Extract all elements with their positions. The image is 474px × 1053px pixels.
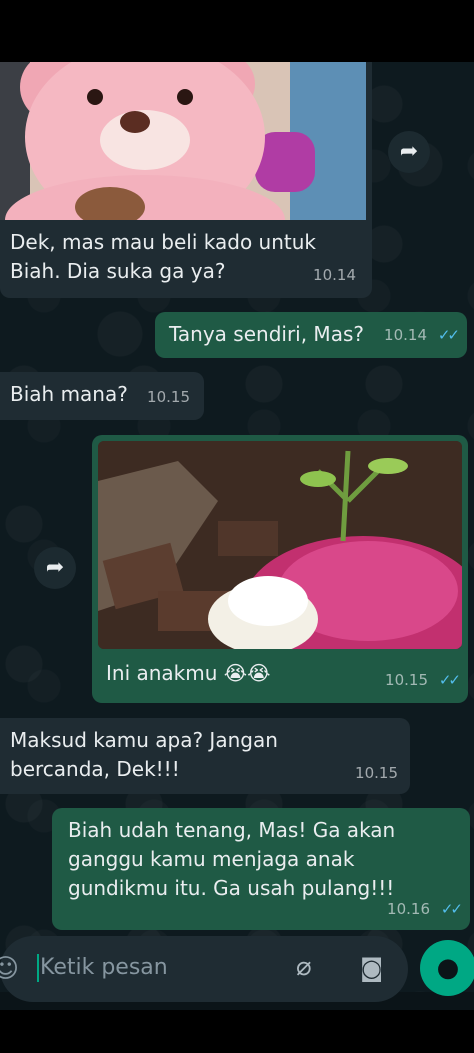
message-incoming[interactable]: Biah mana? 10.15 [0, 372, 204, 420]
status-bar [0, 0, 474, 62]
teddy-bear-image[interactable] [0, 62, 366, 220]
message-incoming[interactable]: Dek, mas mau beli kado untuk Biah. Dia s… [0, 62, 372, 298]
message-time: 10.16 [387, 900, 430, 918]
double-check-icon: ✓✓ [437, 326, 460, 344]
message-outgoing[interactable]: Biah udah tenang, Mas! Ga akan ganggu ka… [52, 808, 470, 930]
flower-grave-image[interactable] [98, 441, 462, 649]
camera-icon[interactable]: ◙ [360, 954, 383, 982]
message-text: Biah udah tenang, Mas! Ga akan ganggu ka… [68, 818, 396, 900]
text-caret [37, 954, 39, 982]
message-incoming[interactable]: Maksud kamu apa? Jangan bercanda, Dek!!!… [0, 718, 410, 794]
paperclip-icon[interactable]: ⌀ [296, 952, 312, 982]
message-time: 10.15 [385, 671, 428, 689]
forward-icon[interactable]: ➦ [34, 547, 76, 589]
message-time: 10.14 [384, 326, 427, 344]
message-outgoing[interactable]: Tanya sendiri, Mas? 10.14 ✓✓ [155, 312, 467, 358]
double-check-icon: ✓✓ [440, 900, 463, 918]
message-input[interactable]: Ketik pesan [40, 955, 168, 980]
message-composer[interactable]: ☺ Ketik pesan ⌀ ◙ [0, 936, 408, 1002]
forward-icon[interactable]: ➦ [388, 131, 430, 173]
double-check-icon: ✓✓ [438, 671, 461, 689]
navigation-bar [0, 1010, 474, 1053]
message-text: Biah mana? [10, 382, 128, 406]
message-time: 10.14 [313, 266, 356, 284]
emoji-icon[interactable]: ☺ [0, 954, 19, 984]
message-text: Maksud kamu apa? Jangan bercanda, Dek!!! [10, 728, 278, 781]
message-outgoing[interactable]: Ini anakmu 😭😭 10.15 ✓✓ [92, 435, 468, 703]
microphone-icon: ● [436, 953, 460, 983]
microphone-button[interactable]: ● [420, 940, 474, 996]
message-text: Ini anakmu 😭😭 [106, 661, 271, 685]
message-time: 10.15 [147, 388, 190, 406]
message-time: 10.15 [355, 764, 398, 782]
message-text: Tanya sendiri, Mas? [169, 322, 364, 346]
message-text: Dek, mas mau beli kado untuk Biah. Dia s… [10, 230, 316, 283]
